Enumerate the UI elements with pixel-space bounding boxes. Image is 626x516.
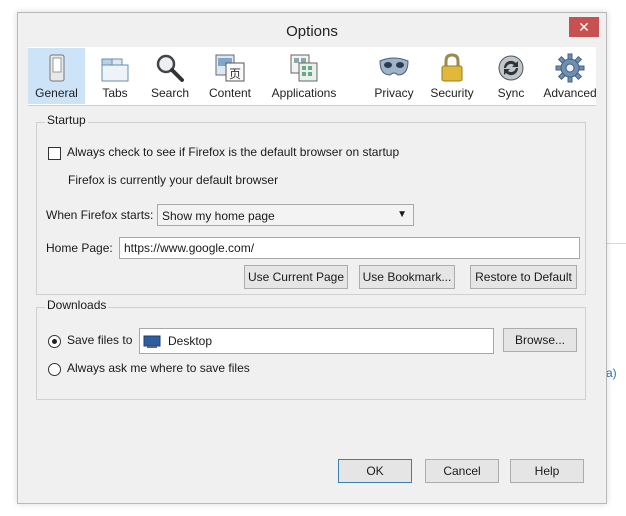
tab-search[interactable]: Search xyxy=(144,48,196,104)
applications-icon xyxy=(290,54,318,82)
save-files-radio[interactable] xyxy=(48,335,61,348)
svg-text:页: 页 xyxy=(229,67,241,81)
home-page-label: Home Page: xyxy=(46,241,113,255)
gear-icon xyxy=(555,53,585,83)
use-current-page-button[interactable]: Use Current Page xyxy=(244,265,348,289)
general-icon xyxy=(49,54,64,82)
search-icon xyxy=(156,54,184,82)
when-starts-label: When Firefox starts: xyxy=(46,208,154,222)
ok-button[interactable]: OK xyxy=(338,459,412,483)
chevron-down-icon: ▼ xyxy=(397,209,407,220)
privacy-mask-icon xyxy=(379,57,409,76)
tab-security[interactable]: Security xyxy=(426,48,478,104)
content-icon: 页 xyxy=(215,54,245,82)
always-ask-label[interactable]: Always ask me where to save files xyxy=(67,361,250,375)
close-button[interactable]: ✕ xyxy=(569,17,599,37)
cancel-button[interactable]: Cancel xyxy=(425,459,499,483)
use-bookmark-button[interactable]: Use Bookmark... xyxy=(359,265,455,289)
padlock-icon xyxy=(441,53,463,82)
tab-applications[interactable]: Applications xyxy=(264,48,344,104)
monitor-icon xyxy=(143,335,161,348)
always-ask-radio[interactable] xyxy=(48,363,61,376)
tab-privacy[interactable]: Privacy xyxy=(370,48,418,104)
default-status-text: Firefox is currently your default browse… xyxy=(68,173,279,187)
when-starts-select[interactable]: Show my home page ▼ xyxy=(157,204,414,226)
tab-tabs[interactable]: Tabs xyxy=(90,48,140,104)
tab-content[interactable]: 页 Content xyxy=(202,48,258,104)
background-link-fragment[interactable]: a) xyxy=(606,366,617,380)
startup-legend: Startup xyxy=(45,113,88,127)
restore-default-button[interactable]: Restore to Default xyxy=(470,265,577,289)
home-page-value: https://www.google.com/ xyxy=(124,241,255,255)
when-starts-value: Show my home page xyxy=(162,209,275,223)
save-files-label[interactable]: Save files to xyxy=(67,333,132,347)
options-dialog: Options ✕ General Tabs Search 页 Content … xyxy=(17,12,607,504)
category-toolbar: General Tabs Search 页 Content Applicatio… xyxy=(28,47,599,106)
downloads-group: Downloads Save files to Desktop Browse..… xyxy=(36,298,586,400)
tab-sync[interactable]: Sync xyxy=(488,48,534,104)
downloads-legend: Downloads xyxy=(45,298,109,312)
home-page-input[interactable]: https://www.google.com/ xyxy=(119,237,580,259)
background-divider xyxy=(606,243,626,244)
title-bar[interactable]: Options ✕ xyxy=(18,13,606,49)
close-icon: ✕ xyxy=(578,19,590,35)
check-default-label[interactable]: Always check to see if Firefox is the de… xyxy=(67,145,399,159)
sync-icon xyxy=(498,55,524,81)
startup-group: Startup Always check to see if Firefox i… xyxy=(36,113,586,295)
dialog-title: Options xyxy=(286,23,338,40)
tab-general[interactable]: General xyxy=(28,48,85,104)
help-button[interactable]: Help xyxy=(510,459,584,483)
save-folder-value: Desktop xyxy=(168,334,213,348)
tabs-icon xyxy=(101,58,129,82)
save-folder-field: Desktop xyxy=(139,328,494,354)
browse-button[interactable]: Browse... xyxy=(503,328,577,352)
check-default-checkbox[interactable] xyxy=(48,147,61,160)
tab-advanced[interactable]: Advanced xyxy=(541,48,599,104)
